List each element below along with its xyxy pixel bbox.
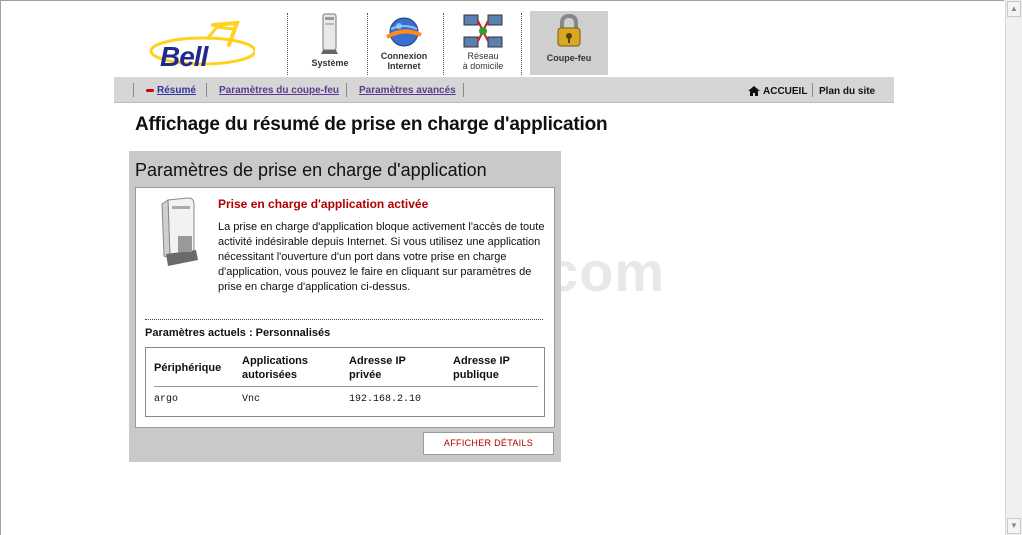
nav-separator [287,13,288,75]
plan-du-site-link[interactable]: Plan du site [819,86,875,97]
table-cell-private-ip: 192.168.2.10 [349,394,422,405]
nav-coupe-feu[interactable]: Coupe-feu [530,11,608,75]
table-header-applications: Applications autorisées [242,355,309,381]
current-settings-label: Paramètres actuels : Personnalisés [145,327,331,339]
nav-separator [367,13,368,75]
globe-connection-icon [385,17,422,47]
home-icon[interactable] [747,85,761,97]
application-settings-panel: Paramètres de prise en charge d'applicat… [129,151,561,462]
table-header-ip-privee: Adresse IP privée [349,355,406,381]
status-title: Prise en charge d'application activée [218,197,429,211]
panel-content-box: Prise en charge d'application activée La… [135,187,555,428]
subnav-divider [346,83,347,97]
scroll-down-icon[interactable]: ▼ [1007,518,1021,534]
padlock-icon [557,13,581,47]
vertical-scrollbar[interactable]: ▲ ▼ [1005,0,1022,535]
nav-connexion-label: Connexion Internet [380,51,428,71]
subnav-parametres-coupe-feu-link[interactable]: Paramètres du coupe-feu [219,85,339,96]
panel-title: Paramètres de prise en charge d'applicat… [135,160,487,180]
nav-systeme-label: Système [311,58,349,68]
modem-device-icon [161,197,198,266]
computer-tower-icon [321,13,338,54]
page-title: Affichage du résumé de prise en charge d… [135,114,608,135]
afficher-details-button[interactable]: AFFICHER DÉTAILS [423,432,554,455]
network-icon [463,14,503,48]
subnav-divider [133,83,134,97]
status-description: La prise en charge d'application bloque … [218,221,545,293]
table-header-ip-publique: Adresse IP publique [453,355,510,381]
scroll-up-icon[interactable]: ▲ [1007,1,1021,17]
table-header-divider [154,386,538,387]
applications-table: Périphérique Applications autorisées Adr… [145,347,545,417]
nav-reseau-domicile[interactable]: Réseau à domicile [451,11,515,75]
subnav-divider [206,83,207,97]
nav-separator [521,13,522,75]
subnav-resume-link[interactable]: Résumé [157,85,196,96]
accueil-link[interactable]: ACCUEIL [763,86,807,97]
current-page-marker [146,89,154,92]
nav-reseau-label: Réseau à domicile [462,51,504,71]
dotted-divider [145,319,543,320]
browser-page: Bell Système Connexion Internet Réseau à… [0,0,1004,535]
table-cell-device: argo [154,394,179,405]
subnav-parametres-avances-link[interactable]: Paramètres avancés [359,85,456,96]
table-cell-application: Vnc [242,394,261,405]
table-header-peripherique: Périphérique [154,362,222,374]
bell-logo-text: Bell [160,41,208,72]
sub-navigation-bar: Résumé Paramètres du coupe-feu Paramètre… [114,77,894,103]
nav-systeme[interactable]: Système [301,11,359,75]
nav-connexion-internet[interactable]: Connexion Internet [373,11,435,75]
nav-separator [443,13,444,75]
subnav-divider [812,83,813,97]
subnav-divider [463,83,464,97]
nav-coupe-feu-label: Coupe-feu [546,53,592,63]
